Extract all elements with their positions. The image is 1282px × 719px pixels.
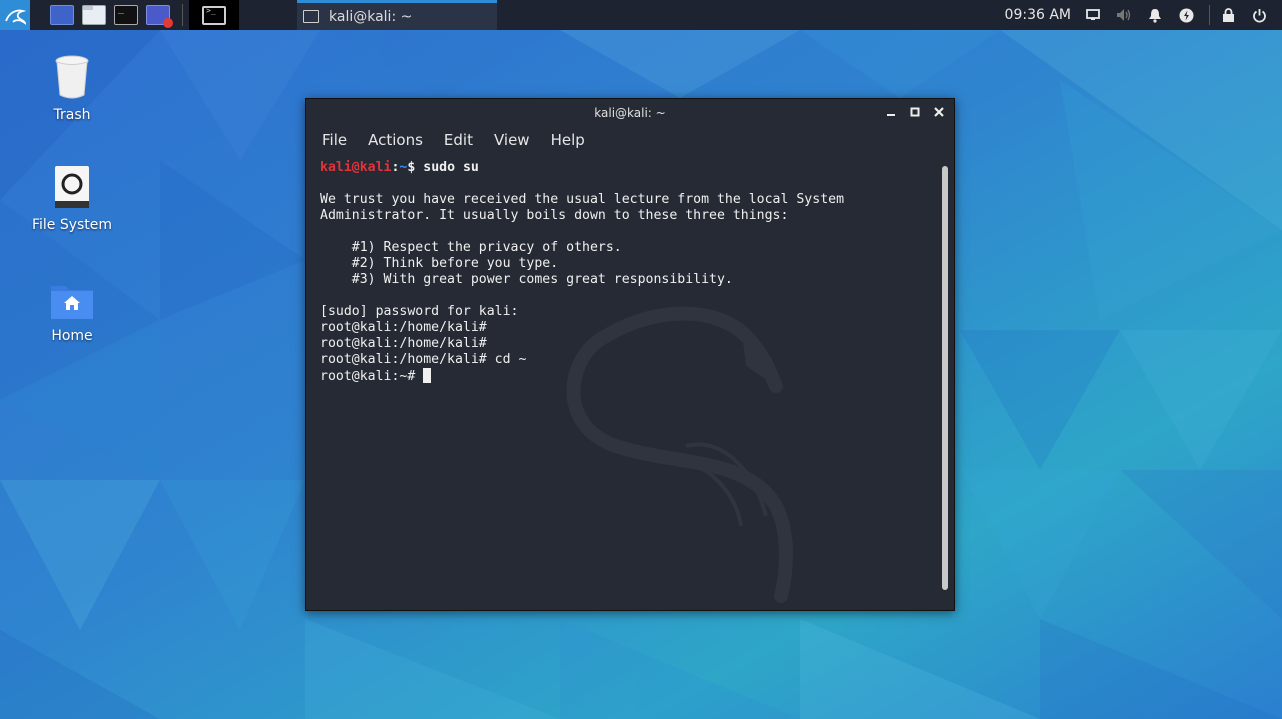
kali-dragon-icon [5,9,26,25]
output-line: root@kali:/home/kali# [320,320,487,335]
panel-separator [1209,5,1210,25]
window-title: kali@kali: ~ [594,106,666,120]
power-icon[interactable] [1251,7,1267,23]
clock[interactable]: 09:36 AM [1005,7,1071,23]
file-manager-launcher[interactable] [82,5,106,25]
trash-icon [55,55,89,99]
scrollbar[interactable] [942,166,948,590]
desktop-icon-label: File System [31,217,113,233]
volume-icon[interactable] [1116,7,1132,23]
output-line: #1) Respect the privacy of others. [320,240,622,255]
output-line: root@kali:/home/kali# [320,336,487,351]
output-line: #2) Think before you type. [320,256,559,271]
maximize-icon [910,107,920,117]
top-panel: kali@kali: ~ 09:36 AM [0,0,1282,30]
desktop-icon-home[interactable]: Home [17,282,127,344]
root-prompt: root@kali:~# [320,369,424,384]
output-line: Administrator. It usually boils down to … [320,208,789,223]
minimize-icon [887,114,895,116]
lock-icon[interactable] [1220,7,1236,23]
taskbar-window-title: kali@kali: ~ [329,8,413,25]
terminal-menubar: File Actions Edit View Help [306,127,954,153]
screen-recorder-launcher[interactable] [146,5,173,28]
output-line: root@kali:/home/kali# cd ~ [320,352,527,367]
text-cursor [423,368,432,383]
applications-menu-button[interactable] [0,0,30,30]
maximize-button[interactable] [908,105,922,119]
home-folder-icon [51,286,93,319]
show-desktop-launcher[interactable] [50,5,74,25]
terminal-text: kali@kali:~$ sudo su We trust you have re… [320,160,844,384]
prompt-end: $ [407,160,424,175]
output-line: We trust you have received the usual lec… [320,192,845,207]
menu-file[interactable]: File [322,131,347,149]
current-prompt-line: root@kali:~# [320,368,844,384]
menu-view[interactable]: View [494,131,530,149]
display-icon[interactable] [1085,7,1101,23]
command-line: kali@kali:~$ sudo su [320,160,844,176]
notifications-icon[interactable] [1147,7,1163,23]
close-button[interactable] [932,105,946,119]
close-icon [934,107,944,117]
terminal-output-area[interactable]: kali@kali:~$ sudo su We trust you have re… [306,156,954,610]
panel-separator [182,4,183,26]
terminal-launcher[interactable] [114,3,138,25]
desktop-icon-label: Trash [53,107,91,123]
prompt-user: kali@kali [320,160,392,175]
taskbar-window-button[interactable]: kali@kali: ~ [297,0,497,30]
window-titlebar[interactable]: kali@kali: ~ [306,99,954,127]
system-tray: 09:36 AM [1005,0,1282,30]
workspace-terminal-button[interactable] [189,0,239,30]
menu-help[interactable]: Help [551,131,585,149]
minimize-button[interactable] [884,105,898,119]
command-text: sudo su [423,160,479,175]
output-line: #3) With great power comes great respons… [320,272,733,287]
terminal-icon [202,5,226,25]
terminal-window[interactable]: kali@kali: ~ File Actions Edit View Help [305,98,955,611]
output-line: [sudo] password for kali: [320,304,519,319]
power-manager-icon[interactable] [1178,7,1194,23]
desktop-icon-file-system[interactable]: File System [17,165,127,233]
menu-edit[interactable]: Edit [444,131,473,149]
desktop-icon-label: Home [51,328,93,344]
drive-icon [55,166,89,208]
terminal-icon [303,10,319,23]
desktop-icon-trash[interactable]: Trash [17,55,127,123]
menu-actions[interactable]: Actions [368,131,423,149]
